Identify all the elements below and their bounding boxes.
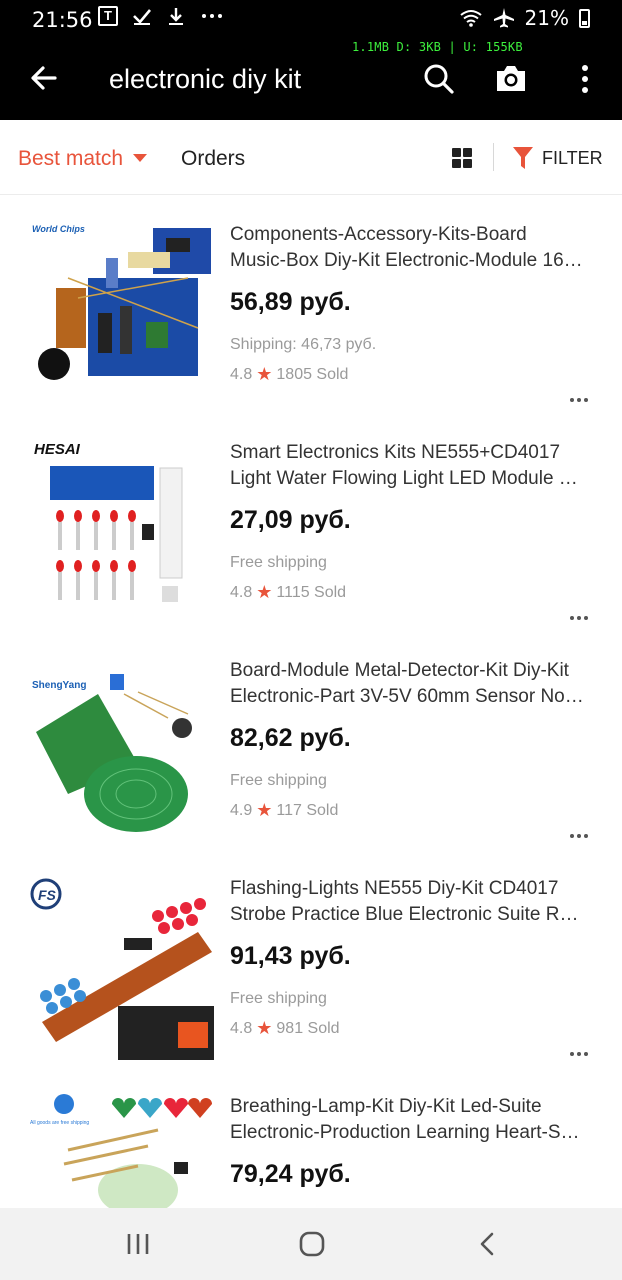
more-options-icon[interactable] [570,1052,588,1056]
product-title[interactable]: Components-Accessory-Kits-Board Music-Bo… [230,222,600,274]
star-icon: ★ [256,582,273,602]
product-brand-logo: All goods are free shipping [30,1120,89,1126]
search-icon[interactable] [422,62,456,96]
product-image[interactable]: World Chips [28,218,214,408]
product-title[interactable]: Smart Electronics Kits NE555+CD4017 Ligh… [230,440,600,492]
recent-apps-icon[interactable] [124,1230,152,1258]
sold-count: 981 Sold [276,1019,340,1037]
product-brand-logo: ShengYang [32,680,86,691]
rating-value: 4.8 [230,365,253,383]
product-shipping: Free shipping [230,554,327,571]
product-title[interactable]: Flashing-Lights NE555 Diy-Kit CD4017 Str… [230,876,600,928]
product-price: 56,89 руб. [230,288,351,316]
product-image[interactable]: HESAI [28,436,214,626]
status-bar: 21:56 T 21% [0,0,622,40]
more-notifications-icon [202,14,222,18]
sort-best-match-label: Best match [18,147,124,170]
more-options-icon[interactable] [570,398,588,402]
more-options-icon[interactable] [570,616,588,620]
rating-value: 4.9 [230,801,253,819]
sort-best-match-dropdown[interactable]: Best match [18,147,148,171]
product-rating: 4.8 ★ 1805 Sold [230,364,348,385]
star-icon: ★ [256,800,273,820]
check-icon [133,9,151,25]
product-price: 79,24 руб. [230,1160,351,1188]
battery-percent: 21% [524,6,569,30]
product-price: 27,09 руб. [230,506,351,534]
product-price: 82,62 руб. [230,724,351,752]
product-brand-logo: World Chips [32,224,85,234]
product-rating: 4.8 ★ 981 Sold [230,1018,340,1039]
back-arrow-icon[interactable] [28,62,60,94]
app-header: 1.1MB D: 3KB | U: 155KB electronic diy k… [0,40,622,120]
filter-label: FILTER [542,147,603,168]
funnel-icon [513,147,533,169]
product-shipping: Free shipping [230,990,327,1007]
chevron-down-icon [133,154,148,162]
back-icon[interactable] [474,1230,502,1258]
sold-count: 1115 Sold [276,583,347,601]
product-shipping: Shipping: 46,73 руб. [230,336,377,353]
product-title[interactable]: Breathing-Lamp-Kit Diy-Kit Led-Suite Ele… [230,1094,600,1146]
home-icon[interactable] [298,1230,326,1258]
product-card[interactable]: ShengYang Board-Module Metal-Detector-Ki… [0,632,622,850]
status-system-icons: 21% [459,6,590,30]
product-image[interactable]: ShengYang [28,654,214,844]
wifi-icon [459,10,482,27]
status-time: 21:56 [32,8,93,32]
product-price: 91,43 руб. [230,942,351,970]
divider [493,143,494,171]
sort-orders-button[interactable]: Orders [181,147,245,171]
sort-filter-bar: Best match Orders FILTER [0,121,622,195]
product-shipping: Free shipping [230,772,327,789]
product-rating: 4.8 ★ 1115 Sold [230,582,346,603]
sold-count: 117 Sold [276,801,339,819]
tt-app-icon: T [98,6,118,26]
star-icon: ★ [256,1018,273,1038]
battery-icon [579,8,590,28]
globe-logo [54,1094,74,1114]
status-notification-icons: T [98,6,224,26]
star-icon: ★ [256,364,273,384]
product-brand-logo: HESAI [34,441,81,458]
svg-text:FS: FS [38,887,57,903]
sold-count: 1805 Sold [276,365,349,383]
product-card[interactable]: HESAI Smart Electronics Kits NE555+CD401… [0,414,622,632]
system-nav-bar [0,1208,622,1280]
product-rating: 4.9 ★ 117 Sold [230,800,338,821]
rating-value: 4.8 [230,583,253,601]
more-options-icon[interactable] [570,834,588,838]
network-speed-meter: 1.1MB D: 3KB | U: 155KB [352,40,523,54]
product-card[interactable]: FS Flashing-Lights NE555 Diy-Kit CD4017 … [0,850,622,1068]
more-vert-icon[interactable] [568,62,602,96]
product-image[interactable]: FS [28,872,214,1062]
product-card[interactable]: World Chips Components-Accessory-Kits-Bo… [0,196,622,414]
camera-icon[interactable] [494,62,528,96]
grid-view-icon[interactable] [452,148,472,168]
filter-button[interactable]: FILTER [512,146,603,170]
airplane-mode-icon [493,8,514,28]
download-icon [169,8,183,25]
product-title[interactable]: Board-Module Metal-Detector-Kit Diy-Kit … [230,658,600,710]
rating-value: 4.8 [230,1019,253,1037]
search-query-title[interactable]: electronic diy kit [109,64,301,95]
